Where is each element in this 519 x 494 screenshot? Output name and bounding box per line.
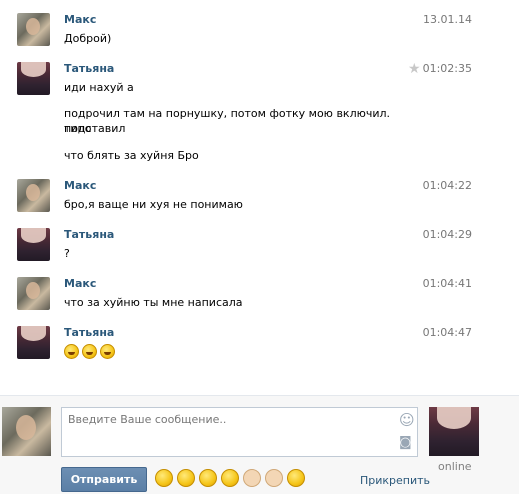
message-author[interactable]: Татьяна	[64, 326, 114, 339]
message-author[interactable]: Татьяна	[64, 62, 114, 75]
emoji-picker-icon[interactable]: ☺	[399, 411, 415, 429]
surprised-icon[interactable]	[287, 469, 305, 487]
own-avatar[interactable]	[2, 407, 51, 456]
message-time: 01:04:41	[422, 277, 472, 290]
message-time: 01:04:29	[422, 228, 472, 241]
avatar[interactable]	[17, 228, 50, 261]
message-text: что за хуйню ты мне написала	[64, 296, 243, 309]
message-author[interactable]: Макс	[64, 179, 96, 192]
message-text: подставил	[64, 122, 126, 135]
message-composer: Введите Ваше сообщение.. ☺ ◙ online Отпр…	[0, 396, 519, 494]
send-button[interactable]: Отправить	[61, 467, 147, 492]
message-time: 01:04:47	[422, 326, 472, 339]
avatar[interactable]	[17, 13, 50, 46]
message-input[interactable]: Введите Ваше сообщение..	[61, 407, 418, 457]
squint-icon[interactable]	[199, 469, 217, 487]
message-author[interactable]: Макс	[64, 277, 96, 290]
message-text: иди нахуй а	[64, 81, 134, 94]
message-text: что блять за хуйня Бро	[64, 149, 199, 162]
thumbs-down-icon[interactable]	[265, 469, 283, 487]
camera-icon[interactable]: ◙	[399, 435, 412, 450]
laugh-emoji-icon	[64, 343, 79, 359]
laugh-emoji-icon	[82, 343, 97, 359]
partner-status: online	[438, 460, 472, 473]
message-time: 01:02:35	[422, 62, 472, 75]
message-emoji-row	[64, 343, 414, 359]
laugh-icon[interactable]	[177, 469, 195, 487]
avatar[interactable]	[17, 277, 50, 310]
message-author[interactable]: Макс	[64, 13, 96, 26]
avatar[interactable]	[17, 326, 50, 359]
quick-emoji-bar	[155, 469, 305, 487]
message-history: Макс 13.01.14 Доброй) Татьяна ★ 01:02:35…	[0, 0, 519, 395]
wink-icon[interactable]	[221, 469, 239, 487]
laugh-emoji-icon	[100, 343, 115, 359]
thumbs-up-icon[interactable]	[243, 469, 261, 487]
message-text: Доброй)	[64, 32, 112, 45]
message-text: ?	[64, 247, 70, 260]
message-text: бро,я ваще ни хуя не понимаю	[64, 198, 243, 211]
avatar[interactable]	[17, 62, 50, 95]
message-time: 01:04:22	[422, 179, 472, 192]
partner-avatar[interactable]	[429, 407, 479, 456]
avatar[interactable]	[17, 179, 50, 212]
attach-link[interactable]: Прикрепить	[360, 474, 430, 487]
smile-icon[interactable]	[155, 469, 173, 487]
message-time: 13.01.14	[423, 13, 472, 26]
message-author[interactable]: Татьяна	[64, 228, 114, 241]
star-icon[interactable]: ★	[408, 61, 421, 77]
